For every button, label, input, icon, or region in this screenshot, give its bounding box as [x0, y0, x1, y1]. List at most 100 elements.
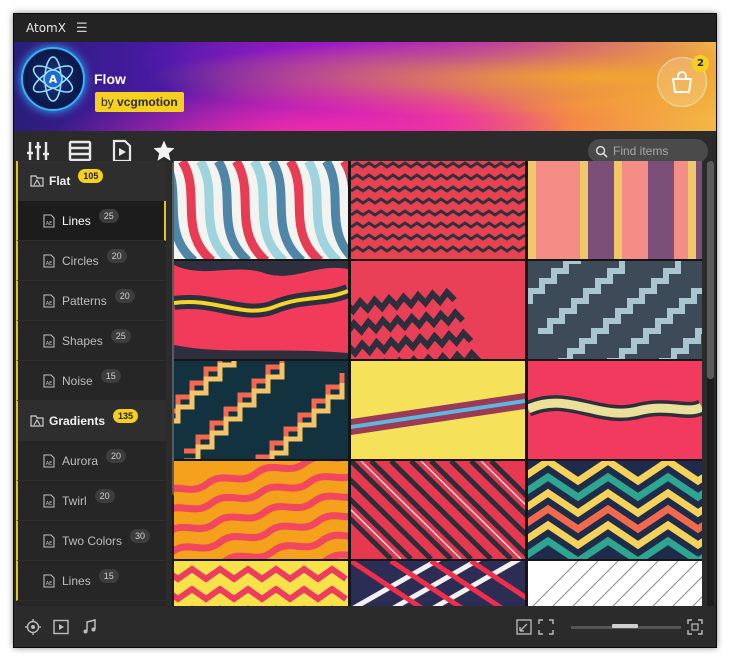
- preview-tile[interactable]: [528, 261, 702, 359]
- sliders-icon[interactable]: [26, 139, 50, 163]
- media-file-icon[interactable]: [110, 139, 134, 163]
- sidebar-item-noise[interactable]: AE Noise 15: [16, 361, 166, 401]
- fullscreen-icon[interactable]: [686, 618, 704, 636]
- preview-tile[interactable]: [351, 361, 525, 459]
- preview-gallery: [174, 161, 702, 606]
- sidebar-item-label: Two Colors: [62, 533, 123, 548]
- sidebar-item-gradient-lines[interactable]: AE Lines 15: [16, 561, 166, 601]
- star-icon[interactable]: [152, 139, 176, 163]
- sidebar-item-label: Twirl: [62, 493, 87, 508]
- preview-tile[interactable]: [528, 461, 702, 559]
- sidebar-item-lines[interactable]: AE Lines 25: [16, 201, 166, 241]
- svg-text:AE: AE: [46, 261, 53, 267]
- search-input[interactable]: [613, 144, 705, 158]
- category-label: Flat: [49, 174, 71, 188]
- ae-file-icon: AE: [43, 453, 55, 468]
- folder-icon: [30, 175, 44, 187]
- category-count-badge: 135: [113, 409, 139, 423]
- sidebar-item-label: Lines: [62, 573, 91, 588]
- ae-file-icon: AE: [43, 333, 55, 348]
- svg-text:AE: AE: [46, 461, 53, 467]
- preview-tile[interactable]: [351, 561, 525, 606]
- author-badge[interactable]: by vcgmotion: [95, 92, 184, 112]
- tile-red-zigzag-diagonal: [351, 261, 525, 359]
- list-icon[interactable]: [68, 139, 92, 163]
- ae-file-icon: AE: [43, 573, 55, 588]
- preview-tile[interactable]: [351, 161, 525, 259]
- preview-tile[interactable]: [528, 161, 702, 259]
- music-icon[interactable]: [80, 618, 98, 636]
- preview-tile[interactable]: [351, 261, 525, 359]
- search-box[interactable]: [588, 139, 708, 163]
- sidebar-item-label: Lines: [62, 213, 91, 228]
- sidebar-item-label: Patterns: [62, 293, 107, 308]
- sidebar-item-twirl[interactable]: AE Twirl 20: [16, 481, 166, 521]
- preview-tile[interactable]: [351, 461, 525, 559]
- fit-icon[interactable]: [537, 618, 555, 636]
- app-window: AtomX ☰ A Flow by vcgmotion 2 Find items…: [13, 13, 717, 648]
- shrink-icon[interactable]: [515, 618, 533, 636]
- sidebar-item-label: Aurora: [62, 453, 99, 468]
- item-count-badge: 20: [106, 248, 127, 263]
- cart-button[interactable]: 2: [657, 55, 709, 107]
- tile-vertical-stripes: [528, 161, 702, 259]
- search-icon: [595, 145, 608, 158]
- tile-zigzag-lines: [351, 161, 525, 259]
- preview-tile[interactable]: [174, 461, 348, 559]
- ae-file-icon: AE: [43, 533, 55, 548]
- folder-icon: [30, 415, 44, 427]
- ae-file-icon: AE: [43, 293, 55, 308]
- preview-tile[interactable]: [528, 561, 702, 606]
- preview-tile[interactable]: [174, 361, 348, 459]
- item-count-badge: 25: [98, 208, 119, 223]
- play-icon[interactable]: [52, 618, 70, 636]
- ae-file-icon: AE: [43, 213, 55, 228]
- preview-tile[interactable]: [174, 161, 348, 259]
- svg-text:AE: AE: [46, 301, 53, 307]
- tile-diagonal-stripes: [351, 461, 525, 559]
- gallery-scrollbar[interactable]: [707, 161, 714, 606]
- zoom-slider-knob[interactable]: [612, 624, 638, 628]
- svg-text:AE: AE: [46, 341, 53, 347]
- pack-banner: A Flow by vcgmotion 2: [14, 42, 716, 131]
- preview-tile[interactable]: [528, 361, 702, 459]
- item-count-badge: 20: [106, 448, 127, 463]
- sidebar-item-patterns[interactable]: AE Patterns 20: [16, 281, 166, 321]
- tile-grey-stepped: [528, 261, 702, 359]
- target-icon[interactable]: [24, 618, 42, 636]
- preview-tile[interactable]: [174, 561, 348, 606]
- tile-red-wave-cream: [528, 361, 702, 459]
- sidebar-item-two-colors[interactable]: AE Two Colors 30: [16, 521, 166, 561]
- sidebar-item-shapes[interactable]: AE Shapes 25: [16, 321, 166, 361]
- zoom-slider[interactable]: [571, 624, 681, 629]
- category-sidebar: Flat 105 AE Lines 25 AE Circles 20 AE Pa…: [16, 161, 166, 606]
- tile-wavy-stripes: [174, 161, 348, 259]
- author-prefix: by: [101, 95, 114, 109]
- tile-crossed-stripes: [351, 561, 525, 606]
- sidebar-item-label: Shapes: [62, 333, 103, 348]
- item-count-badge: 20: [94, 488, 115, 503]
- item-count-badge: 15: [100, 368, 121, 383]
- sidebar-item-circles[interactable]: AE Circles 20: [16, 241, 166, 281]
- category-label: Gradients: [49, 414, 106, 428]
- svg-text:AE: AE: [46, 541, 53, 547]
- shopping-bag-icon: [672, 71, 692, 93]
- hamburger-icon[interactable]: ☰: [76, 21, 88, 36]
- sidebar-item-aurora[interactable]: AE Aurora 20: [16, 441, 166, 481]
- tile-yellow-red-zigzag: [174, 561, 348, 606]
- scrollbar-thumb[interactable]: [707, 161, 714, 379]
- ae-file-icon: AE: [43, 493, 55, 508]
- ae-file-icon: AE: [43, 373, 55, 388]
- svg-text:AE: AE: [46, 381, 53, 387]
- category-flat[interactable]: Flat 105: [16, 161, 166, 201]
- pack-title: Flow: [94, 71, 126, 87]
- author-name: vcgmotion: [117, 95, 178, 109]
- item-count-badge: 25: [110, 328, 131, 343]
- item-count-badge: 20: [114, 288, 135, 303]
- ae-file-icon: AE: [43, 253, 55, 268]
- preview-tile[interactable]: [174, 261, 348, 359]
- category-gradients[interactable]: Gradients 135: [16, 401, 166, 441]
- svg-text:AE: AE: [46, 581, 53, 587]
- category-count-badge: 105: [78, 169, 104, 183]
- tile-chevron: [528, 461, 702, 559]
